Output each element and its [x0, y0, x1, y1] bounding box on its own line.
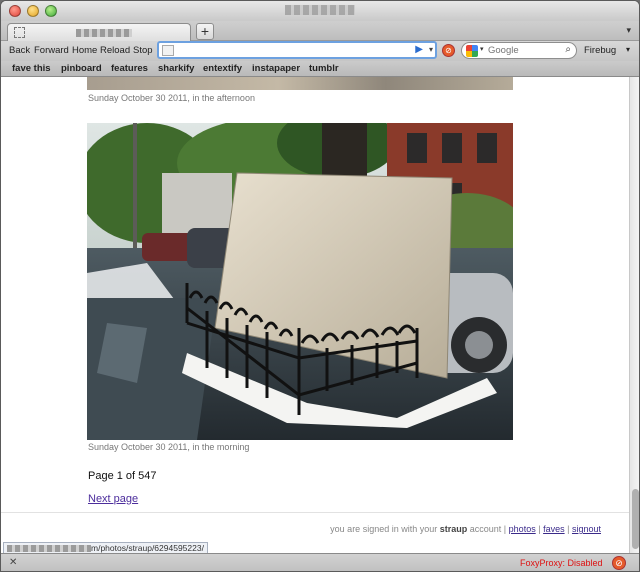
photos-link[interactable]: photos [509, 524, 536, 534]
url-input[interactable] [177, 44, 407, 57]
window-title-obscured [285, 5, 355, 15]
stop-button[interactable]: Stop [133, 45, 153, 56]
footer-prefix: you are signed in with your [330, 524, 438, 534]
back-button[interactable]: Back [9, 45, 30, 56]
signout-link[interactable]: signout [572, 524, 601, 534]
window-controls [9, 5, 57, 17]
home-button[interactable]: Home [72, 45, 97, 56]
site-identity-icon[interactable] [162, 45, 174, 56]
next-page-link[interactable]: Next page [88, 493, 138, 505]
footer-divider [1, 512, 629, 513]
bookmark-sharkify[interactable]: sharkify [158, 63, 194, 74]
footer-sep-2: | [567, 524, 570, 534]
foxyproxy-status[interactable]: FoxyProxy: Disabled [520, 558, 603, 568]
navigation-toolbar: Back Forward Home Reload Stop ▶ ▾ ⊘ ▾ ⌕ … [1, 41, 639, 61]
scrollbar-thumb[interactable] [632, 489, 639, 549]
browser-window: + ▾ Back Forward Home Reload Stop ▶ ▾ ⊘ … [0, 0, 640, 572]
firebug-button[interactable]: Firebug [584, 45, 616, 56]
bookmarks-toolbar: fave this pinboard features sharkify ent… [1, 61, 639, 77]
search-box[interactable]: ▾ ⌕ [461, 42, 577, 59]
zoom-window-button[interactable] [45, 5, 57, 17]
minimize-window-button[interactable] [27, 5, 39, 17]
go-arrow-icon[interactable]: ▶ [415, 44, 423, 55]
search-magnifier-icon[interactable]: ⌕ [565, 44, 571, 55]
footer-username: straup [439, 524, 468, 534]
link-hover-status: m/photos/straup/6294595223/ [3, 542, 208, 553]
footer-sep-1: | [538, 524, 541, 534]
page-indicator: Page 1 of 547 [88, 470, 157, 482]
footer-suffix: account | [469, 524, 507, 534]
bookmark-tumblr[interactable]: tumblr [309, 63, 339, 74]
url-bar[interactable]: ▶ ▾ [157, 41, 437, 59]
toolbar-overflow-icon[interactable]: ▾ [626, 45, 630, 54]
tab-title-obscured [76, 29, 132, 37]
photo-image [87, 123, 513, 440]
bookmark-instapaper[interactable]: instapaper [252, 63, 300, 74]
faves-link[interactable]: faves [543, 524, 565, 534]
google-engine-icon[interactable] [466, 45, 478, 57]
close-findbar-icon[interactable]: ✕ [9, 557, 17, 568]
status-url-text: m/photos/straup/6294595223/ [91, 543, 204, 553]
tab-active[interactable] [7, 23, 191, 42]
foxyproxy-icon[interactable]: ⊘ [612, 556, 626, 570]
engine-dropdown-icon[interactable]: ▾ [480, 45, 484, 53]
photo-caption-morning: Sunday October 30 2011, in the morning [88, 442, 250, 452]
new-tab-button[interactable]: + [196, 23, 214, 40]
vertical-scrollbar[interactable] [629, 77, 639, 553]
url-history-dropdown-icon[interactable]: ▾ [429, 45, 433, 54]
forward-button[interactable]: Forward [34, 45, 69, 56]
tab-list-dropdown-icon[interactable]: ▾ [626, 25, 631, 36]
bookmark-entextify[interactable]: entextify [203, 63, 242, 74]
status-url-obscured [7, 545, 91, 553]
bookmark-fave-this[interactable]: fave this [12, 63, 51, 74]
tab-strip: + ▾ [1, 21, 639, 42]
search-input[interactable] [488, 44, 558, 57]
status-bar: ✕ FoxyProxy: Disabled ⊘ [1, 553, 639, 571]
photo-caption-afternoon: Sunday October 30 2011, in the afternoon [88, 93, 255, 103]
photo-mattress-sidewalk[interactable] [87, 123, 513, 440]
signin-footer: you are signed in with your straup accou… [330, 524, 601, 534]
bookmark-features[interactable]: features [111, 63, 148, 74]
reload-button[interactable]: Reload [100, 45, 130, 56]
bookmark-pinboard[interactable]: pinboard [61, 63, 102, 74]
page-content: Sunday October 30 2011, in the afternoon [1, 77, 629, 553]
close-window-button[interactable] [9, 5, 21, 17]
previous-photo-bottom-edge[interactable] [87, 77, 513, 90]
tab-favicon-icon [14, 27, 25, 38]
noscript-block-icon[interactable]: ⊘ [442, 44, 455, 57]
title-bar [1, 1, 639, 21]
